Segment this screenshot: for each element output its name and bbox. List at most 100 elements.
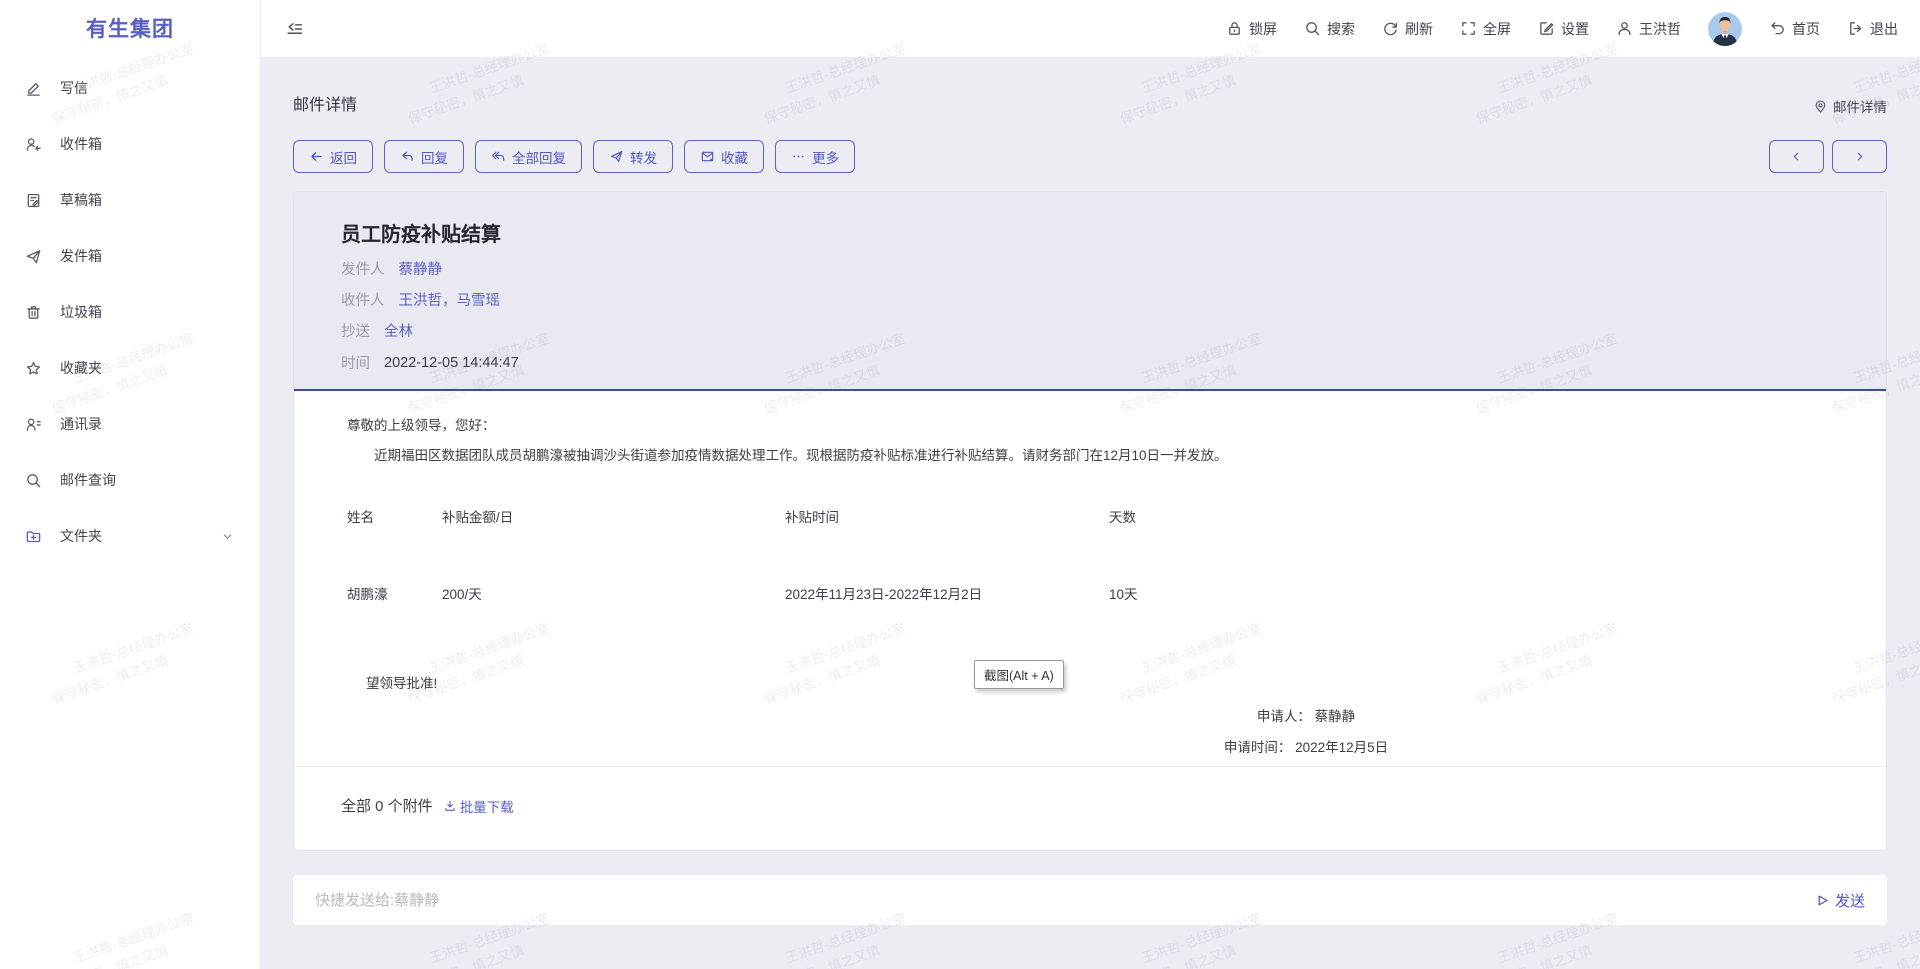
fullscreen-button[interactable]: 全屏 <box>1460 19 1511 39</box>
back-home-icon <box>1769 20 1786 37</box>
mail-closing: 望领导批准! <box>366 674 437 694</box>
sidebar-item-compose[interactable]: 写信 <box>0 60 260 116</box>
app-window: 有生集团 写信 收件箱 草稿箱 发件箱 垃圾箱 <box>0 0 1920 969</box>
sidebar-item-trash[interactable]: 垃圾箱 <box>0 284 260 340</box>
from-value[interactable]: 蔡静静 <box>399 258 443 279</box>
compose-icon <box>25 80 42 97</box>
download-icon <box>443 799 457 813</box>
table-header-amount: 补贴金额/日 <box>442 506 785 526</box>
sidebar-item-folders[interactable]: 文件夹 <box>0 508 260 564</box>
refresh-label: 刷新 <box>1405 19 1433 39</box>
table-header-period: 补贴时间 <box>785 506 1109 526</box>
topbar: 锁屏 搜索 刷新 全屏 设置 王洪哲 <box>261 0 1920 57</box>
search-icon <box>1304 20 1321 37</box>
table-cell-name: 胡鹏濠 <box>347 583 442 603</box>
sidebar-item-label: 邮件查询 <box>60 470 116 490</box>
mail-from-row: 发件人 蔡静静 <box>341 258 442 279</box>
back-button[interactable]: 返回 <box>293 140 373 173</box>
collapse-menu-icon[interactable] <box>285 19 304 38</box>
subsidy-table-row: 胡鹏濠 200/天 2022年11月23日-2022年12月2日 10天 <box>347 583 1833 603</box>
quick-send-input[interactable] <box>315 892 1815 909</box>
sidebar-item-drafts[interactable]: 草稿箱 <box>0 172 260 228</box>
sidebar-item-label: 文件夹 <box>60 526 102 546</box>
send-triangle-icon <box>1815 893 1830 908</box>
table-header-days: 天数 <box>1109 506 1833 526</box>
table-cell-amount: 200/天 <box>442 583 785 603</box>
sidebar-item-contacts[interactable]: 通讯录 <box>0 396 260 452</box>
previous-mail-button[interactable] <box>1769 140 1824 173</box>
cc-value[interactable]: 全林 <box>384 320 413 341</box>
folder-plus-icon <box>25 528 42 545</box>
chevron-down-icon[interactable] <box>221 530 234 543</box>
drafts-icon <box>25 192 42 209</box>
screenshot-tooltip: 截图(Alt + A) <box>974 660 1064 689</box>
next-mail-button[interactable] <box>1832 140 1887 173</box>
table-cell-period: 2022年11月23日-2022年12月2日 <box>785 583 1109 603</box>
topbar-actions: 锁屏 搜索 刷新 全屏 设置 王洪哲 <box>1226 12 1898 46</box>
attachment-summary: 全部 0 个附件 <box>341 795 433 816</box>
send-button-label: 发送 <box>1835 890 1865 911</box>
forward-button-label: 转发 <box>630 147 657 167</box>
user-icon <box>1616 20 1633 37</box>
reply-all-button[interactable]: 全部回复 <box>475 140 582 173</box>
from-label: 发件人 <box>341 258 385 279</box>
reply-button[interactable]: 回复 <box>384 140 464 173</box>
sidebar-item-sent[interactable]: 发件箱 <box>0 228 260 284</box>
logout-icon <box>1847 20 1864 37</box>
mail-detail-card: 员工防疫补贴结算 发件人 蔡静静 收件人 王洪哲，马雪瑶 抄送 全林 时间 20… <box>293 191 1887 851</box>
attachment-bar: 全部 0 个附件 批量下载 <box>341 795 514 816</box>
mail-toolbar: 返回 回复 全部回复 转发 收藏 更多 <box>293 140 855 173</box>
favorite-button-label: 收藏 <box>721 147 748 167</box>
reply-all-button-label: 全部回复 <box>512 147 566 167</box>
back-button-label: 返回 <box>330 147 357 167</box>
mail-to-row: 收件人 王洪哲，马雪瑶 <box>341 289 500 310</box>
lock-screen-button[interactable]: 锁屏 <box>1226 19 1277 39</box>
sidebar-item-favorites[interactable]: 收藏夹 <box>0 340 260 396</box>
forward-icon <box>609 149 624 164</box>
forward-button[interactable]: 转发 <box>593 140 673 173</box>
sidebar-menu: 写信 收件箱 草稿箱 发件箱 垃圾箱 收藏夹 <box>0 60 260 564</box>
chevron-right-icon <box>1853 150 1866 163</box>
table-cell-days: 10天 <box>1109 583 1833 603</box>
to-label: 收件人 <box>341 289 385 310</box>
lock-screen-label: 锁屏 <box>1249 19 1277 39</box>
reply-icon <box>400 149 415 164</box>
more-dots-icon <box>791 149 806 164</box>
favorite-button[interactable]: 收藏 <box>684 140 764 173</box>
refresh-button[interactable]: 刷新 <box>1382 19 1433 39</box>
reply-all-icon <box>491 149 506 164</box>
sidebar-item-label: 草稿箱 <box>60 190 102 210</box>
table-header-name: 姓名 <box>347 506 442 526</box>
current-user[interactable]: 王洪哲 <box>1616 19 1681 39</box>
batch-download-label: 批量下载 <box>460 796 514 816</box>
settings-button[interactable]: 设置 <box>1538 19 1589 39</box>
send-button[interactable]: 发送 <box>1815 890 1865 911</box>
more-button-label: 更多 <box>812 147 839 167</box>
more-button[interactable]: 更多 <box>775 140 855 173</box>
sidebar-item-label: 通讯录 <box>60 414 102 434</box>
home-button[interactable]: 首页 <box>1769 19 1820 39</box>
batch-download-link[interactable]: 批量下载 <box>443 796 514 816</box>
logout-button[interactable]: 退出 <box>1847 19 1898 39</box>
mail-cc-row: 抄送 全林 <box>341 320 413 341</box>
location-pin-icon <box>1813 99 1828 114</box>
sent-icon <box>25 248 42 265</box>
subsidy-table-header: 姓名 补贴金额/日 补贴时间 天数 <box>347 506 1833 526</box>
mail-greeting: 尊敬的上级领导，您好： <box>347 416 496 436</box>
reply-button-label: 回复 <box>421 147 448 167</box>
mail-time-row: 时间 2022-12-05 14:44:47 <box>341 352 519 373</box>
refresh-icon <box>1382 20 1399 37</box>
header-divider <box>294 389 1886 391</box>
attachment-divider <box>294 766 1886 767</box>
page-title: 邮件详情 <box>293 91 357 115</box>
applicant-name: 申请人： 蔡静静 <box>1106 702 1506 733</box>
favorites-icon <box>25 360 42 377</box>
user-avatar[interactable] <box>1708 12 1742 46</box>
sidebar-item-label: 收藏夹 <box>60 358 102 378</box>
to-value[interactable]: 王洪哲，马雪瑶 <box>399 289 501 310</box>
sidebar-item-label: 收件箱 <box>60 134 102 154</box>
breadcrumb: 邮件详情 <box>1813 96 1887 116</box>
search-button[interactable]: 搜索 <box>1304 19 1355 39</box>
sidebar-item-mail-search[interactable]: 邮件查询 <box>0 452 260 508</box>
sidebar-item-inbox[interactable]: 收件箱 <box>0 116 260 172</box>
